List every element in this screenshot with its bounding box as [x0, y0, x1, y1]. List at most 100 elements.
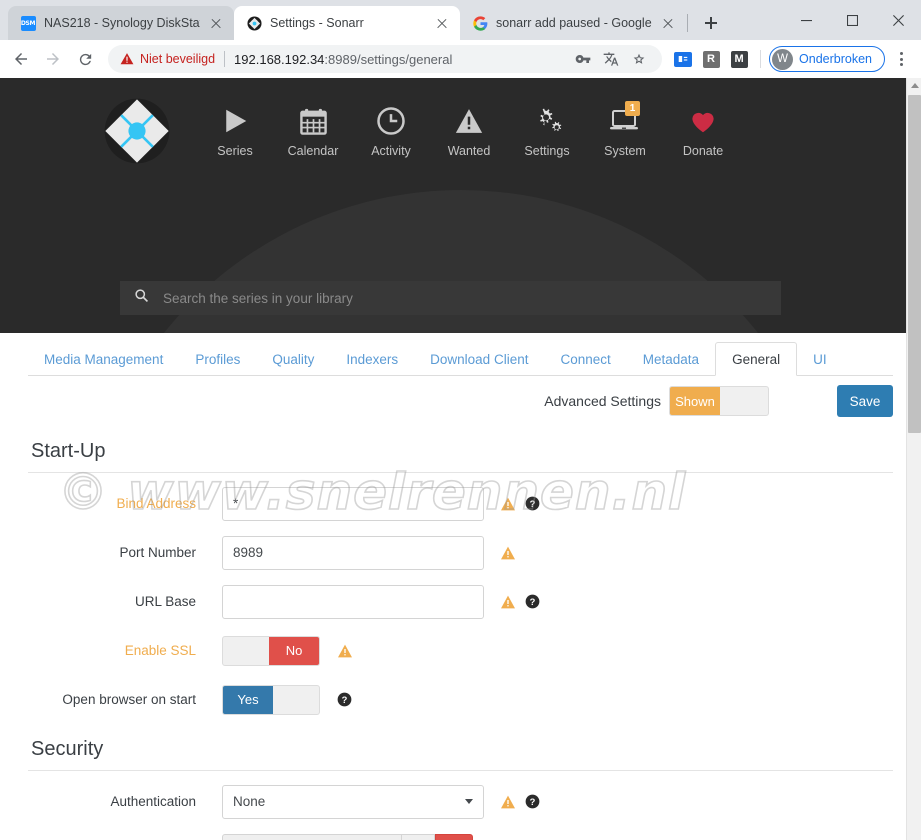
status-badge: 1	[625, 101, 640, 116]
sidebar-item-activity[interactable]: Activity	[352, 78, 430, 158]
close-icon[interactable]	[208, 15, 224, 31]
star-icon[interactable]	[628, 48, 650, 70]
scroll-up-arrow-icon[interactable]	[907, 78, 921, 93]
field-label: Bind Address	[116, 496, 196, 511]
field-label: Port Number	[119, 545, 196, 560]
advanced-settings-label: Advanced Settings	[544, 393, 661, 409]
browser-tab-2[interactable]: Settings - Sonarr	[234, 6, 460, 40]
bookmark-manager-extension[interactable]	[671, 47, 695, 71]
sidebar-item-donate[interactable]: Donate	[664, 78, 742, 158]
sidebar-item-system[interactable]: 1 System	[586, 78, 664, 158]
field-indicators: ?	[337, 692, 352, 707]
gmail-extension[interactable]: M	[727, 47, 751, 71]
field-label: Open browser on start	[62, 692, 196, 707]
field-row-open-browser-on-start: Open browser on start Yes ?	[28, 675, 893, 724]
scrollbar-thumb[interactable]	[908, 95, 921, 433]
advanced-settings-toggle[interactable]: Shown	[669, 386, 769, 416]
translate-icon[interactable]	[600, 48, 622, 70]
sidebar-item-label: Settings	[524, 144, 570, 158]
sidebar-item-series[interactable]: Series	[196, 78, 274, 158]
field-label: Authentication	[110, 794, 196, 809]
url-base-input[interactable]	[222, 584, 484, 619]
browser-tab-3[interactable]: sonarr add paused - Google zo	[460, 6, 686, 40]
tab-connect[interactable]: Connect	[544, 343, 626, 376]
sonarr-icon	[246, 15, 262, 31]
forward-arrow-icon[interactable]	[38, 44, 68, 74]
help-circle-icon[interactable]: ?	[525, 594, 540, 609]
section-title: Security	[28, 724, 893, 771]
chevron-down-icon	[465, 799, 473, 804]
enable-ssl-toggle[interactable]: No	[222, 635, 320, 666]
profile-label: Onderbroken	[799, 52, 872, 66]
browser-tab-title: Settings - Sonarr	[270, 16, 364, 30]
avatar: W	[772, 48, 794, 70]
api-key-group: 783e10cb27ac4dd8a2f9	[222, 833, 473, 840]
sidebar-item-label: Calendar	[287, 144, 339, 158]
copy-icon[interactable]	[402, 833, 435, 840]
close-icon[interactable]	[660, 15, 676, 31]
page-scrollbar[interactable]	[906, 78, 921, 840]
back-arrow-icon[interactable]	[6, 44, 36, 74]
kebab-menu-icon[interactable]	[889, 46, 913, 72]
clock-icon	[376, 104, 406, 138]
open-browser-on-start-toggle[interactable]: Yes	[222, 684, 320, 715]
sidebar-item-calendar[interactable]: Calendar	[274, 78, 352, 158]
warning-triangle-icon	[501, 795, 515, 808]
toggle-track	[273, 686, 319, 714]
tab-profiles[interactable]: Profiles	[179, 343, 256, 376]
warning-triangle-icon	[454, 104, 484, 138]
tab-download-client[interactable]: Download Client	[414, 343, 544, 376]
reddit-extension[interactable]: R	[699, 47, 723, 71]
browser-tabstrip: DSM NAS218 - Synology DiskStation Settin…	[0, 0, 921, 40]
sidebar-item-wanted[interactable]: Wanted	[430, 78, 508, 158]
svg-text:?: ?	[342, 695, 348, 705]
tab-quality[interactable]: Quality	[256, 343, 330, 376]
help-circle-icon[interactable]: ?	[337, 692, 352, 707]
tab-ui[interactable]: UI	[797, 343, 843, 376]
field-row-api-key: API Key 783e10cb27ac4dd8a2f9	[28, 826, 893, 840]
tab-metadata[interactable]: Metadata	[627, 343, 715, 376]
toggle-knob: No	[269, 636, 319, 665]
sidebar-item-label: System	[604, 144, 646, 158]
new-tab-button[interactable]	[697, 9, 725, 37]
toggle-track	[720, 387, 768, 415]
tab-indexers[interactable]: Indexers	[330, 343, 414, 376]
profile-chip[interactable]: W Onderbroken	[769, 46, 885, 72]
field-row-url-base: URL Base ?	[28, 577, 893, 626]
maximize-icon[interactable]	[829, 0, 875, 40]
close-icon[interactable]	[875, 0, 921, 40]
browser-tab-1[interactable]: DSM NAS218 - Synology DiskStation	[8, 6, 234, 40]
heart-icon	[687, 104, 719, 138]
sonarr-main-nav: Series Calendar Activity Wanted Settings…	[0, 78, 742, 253]
refresh-icon[interactable]	[435, 833, 473, 840]
field-row-bind-address: Bind Address * ?	[28, 479, 893, 528]
password-key-icon[interactable]	[572, 48, 594, 70]
help-circle-icon[interactable]: ?	[525, 496, 540, 511]
field-indicators: ?	[500, 794, 540, 810]
field-label: URL Base	[134, 594, 196, 609]
tab-media-management[interactable]: Media Management	[28, 343, 179, 376]
field-row-authentication: Authentication None ?	[28, 777, 893, 826]
close-icon[interactable]	[434, 15, 450, 31]
omnibox-divider	[224, 51, 226, 67]
help-circle-icon[interactable]: ?	[525, 794, 540, 809]
sidebar-item-label: Donate	[682, 144, 724, 158]
port-number-input[interactable]: 8989	[222, 535, 484, 570]
bind-address-input[interactable]: *	[222, 486, 484, 521]
minimize-icon[interactable]	[783, 0, 829, 40]
sidebar-item-settings[interactable]: Settings	[508, 78, 586, 158]
section-start-up: Start-Up Bind Address * ? Port Number 89…	[0, 426, 921, 724]
sonarr-logo[interactable]	[104, 98, 170, 164]
browser-toolbar: Niet beveiligd 192.168.192.34:8989/setti…	[0, 40, 921, 78]
save-button[interactable]: Save	[837, 385, 893, 417]
gears-icon	[532, 104, 563, 138]
search-input[interactable]: Search the series in your library	[120, 281, 781, 315]
advanced-settings-row: Advanced Settings Shown Save	[0, 376, 921, 426]
tab-general[interactable]: General	[715, 342, 798, 376]
authentication-select[interactable]: None	[222, 784, 484, 819]
field-indicators	[337, 643, 353, 659]
section-title: Start-Up	[28, 426, 893, 473]
reload-icon[interactable]	[70, 44, 100, 74]
api-key-input[interactable]: 783e10cb27ac4dd8a2f9	[222, 833, 402, 840]
omnibox[interactable]: Niet beveiligd 192.168.192.34:8989/setti…	[108, 45, 663, 73]
